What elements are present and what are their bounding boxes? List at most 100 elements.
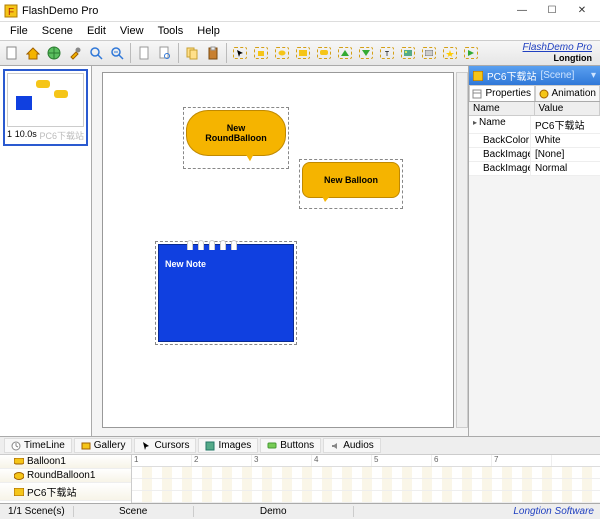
stamp-star-icon[interactable] (440, 43, 460, 63)
brand-line2: Longtion (523, 53, 592, 63)
canvas[interactable]: New RoundBalloon New Balloon New Note (102, 72, 454, 428)
animation-icon (539, 89, 549, 99)
tab-cursors[interactable]: Cursors (134, 438, 196, 453)
canvas-scrollbar-vertical[interactable] (456, 72, 468, 428)
tab-animation[interactable]: Animation (535, 85, 600, 101)
menu-help[interactable]: Help (191, 24, 226, 38)
note-object[interactable]: New Note (155, 241, 297, 345)
clock-icon (11, 441, 21, 451)
stamp-cursor-icon[interactable] (230, 43, 250, 63)
tab-audios[interactable]: Audios (323, 438, 381, 453)
properties-icon (472, 89, 482, 99)
stamp-play-icon[interactable] (461, 43, 481, 63)
paste-icon[interactable] (203, 43, 223, 63)
canvas-area: New RoundBalloon New Balloon New Note (92, 66, 468, 436)
property-grid: Name Value NamePC6下载站 BackColorWhite Bac… (469, 102, 600, 176)
page-icon[interactable] (134, 43, 154, 63)
stamp-box-icon[interactable] (251, 43, 271, 63)
tools-icon[interactable] (65, 43, 85, 63)
menu-edit[interactable]: Edit (81, 24, 112, 38)
tab-gallery[interactable]: Gallery (74, 438, 133, 453)
bottom-panel: TimeLine Gallery Cursors Images Buttons … (0, 436, 600, 503)
tab-buttons[interactable]: Buttons (260, 438, 321, 453)
close-button[interactable]: ✕ (568, 2, 596, 20)
menu-scene[interactable]: Scene (36, 24, 79, 38)
page-search-icon[interactable] (155, 43, 175, 63)
status-brand[interactable]: Longtion Software (507, 506, 600, 517)
object-selector[interactable]: PC6下载站 [Scene] ▾ (469, 66, 600, 85)
round-balloon-object[interactable]: New RoundBalloon (183, 107, 289, 169)
properties-panel: PC6下载站 [Scene] ▾ Properties Animation Na… (468, 66, 600, 436)
scene-thumbnail-preview (7, 73, 84, 127)
stamp-note-icon[interactable] (293, 43, 313, 63)
stamp-down-icon[interactable] (356, 43, 376, 63)
timeline-track-area[interactable]: 1234567 (132, 455, 600, 503)
image-icon (205, 441, 215, 451)
timeline-row[interactable]: PC6下载站 (0, 483, 131, 501)
menu-file[interactable]: File (4, 24, 34, 38)
scene-icon (473, 71, 483, 81)
maximize-button[interactable]: ☐ (538, 2, 566, 20)
tab-images[interactable]: Images (198, 438, 258, 453)
note-text: New Note (165, 259, 206, 269)
menu-view[interactable]: View (114, 24, 150, 38)
new-doc-icon[interactable] (2, 43, 22, 63)
stamp-balloon-icon[interactable] (314, 43, 334, 63)
audio-icon (330, 441, 340, 451)
status-scenes: 1/1 Scene(s) (0, 506, 74, 517)
window-title: FlashDemo Pro (22, 5, 508, 17)
status-scene-label: Scene (74, 506, 194, 517)
minimize-button[interactable]: — (508, 2, 536, 20)
cursor-icon (141, 441, 151, 451)
balloon-icon (14, 458, 24, 466)
zoom-in-icon[interactable] (86, 43, 106, 63)
thumb-name: PC6下载站 (39, 129, 84, 142)
globe-icon[interactable] (44, 43, 64, 63)
brand-block: FlashDemo Pro Longtion (523, 43, 598, 63)
button-icon (267, 442, 277, 450)
title-bar: F FlashDemo Pro — ☐ ✕ (0, 0, 600, 22)
copy-icon[interactable] (182, 43, 202, 63)
stamp-image-icon[interactable] (398, 43, 418, 63)
svg-text:T: T (385, 51, 390, 56)
menu-bar: File Scene Edit View Tools Help (0, 22, 600, 40)
timeline-object-list: Balloon1 RoundBalloon1 PC6下载站 (0, 455, 132, 503)
prop-head-name: Name (469, 102, 535, 115)
balloon-text: New Balloon (324, 175, 378, 185)
stamp-text-icon[interactable]: T (377, 43, 397, 63)
app-icon: F (4, 4, 18, 18)
tab-properties[interactable]: Properties (469, 85, 535, 101)
stamp-up-icon[interactable] (335, 43, 355, 63)
chevron-down-icon: ▾ (591, 70, 596, 81)
object-selector-type: [Scene] (540, 70, 574, 81)
menu-tools[interactable]: Tools (152, 24, 190, 38)
balloon-object[interactable]: New Balloon (299, 159, 403, 209)
prop-row[interactable]: BackImage[None] (469, 148, 600, 162)
toolbar: T FlashDemo Pro Longtion (0, 40, 600, 66)
scene-thumbnail[interactable]: 1 10.0s PC6下载站 (3, 69, 88, 146)
status-demo-label: Demo (194, 506, 354, 517)
prop-row[interactable]: NamePC6下载站 (469, 116, 600, 134)
scene-thumbnail-panel: 1 10.0s PC6下载站 (0, 66, 92, 436)
stamp-oval-icon[interactable] (272, 43, 292, 63)
svg-text:F: F (8, 7, 14, 18)
status-bar: 1/1 Scene(s) Scene Demo Longtion Softwar… (0, 503, 600, 519)
tab-timeline[interactable]: TimeLine (4, 438, 72, 453)
timeline-row[interactable]: Balloon1 (0, 455, 131, 469)
thumb-index: 1 (7, 129, 12, 142)
round-balloon-icon (14, 472, 24, 480)
prop-head-value: Value (535, 102, 600, 115)
round-balloon-text: New RoundBalloon (205, 123, 267, 143)
prop-row[interactable]: BackImageStyNormal (469, 162, 600, 176)
object-selector-name: PC6下载站 (487, 68, 536, 83)
prop-row[interactable]: BackColorWhite (469, 134, 600, 148)
stamp-button-icon[interactable] (419, 43, 439, 63)
timeline-ruler: 1234567 (132, 455, 600, 467)
scene-small-icon (14, 488, 24, 496)
home-icon[interactable] (23, 43, 43, 63)
gallery-icon (81, 441, 91, 451)
thumb-duration: 10.0s (15, 129, 37, 142)
zoom-out-icon[interactable] (107, 43, 127, 63)
timeline-row[interactable]: RoundBalloon1 (0, 469, 131, 483)
brand-line1[interactable]: FlashDemo Pro (523, 43, 592, 53)
